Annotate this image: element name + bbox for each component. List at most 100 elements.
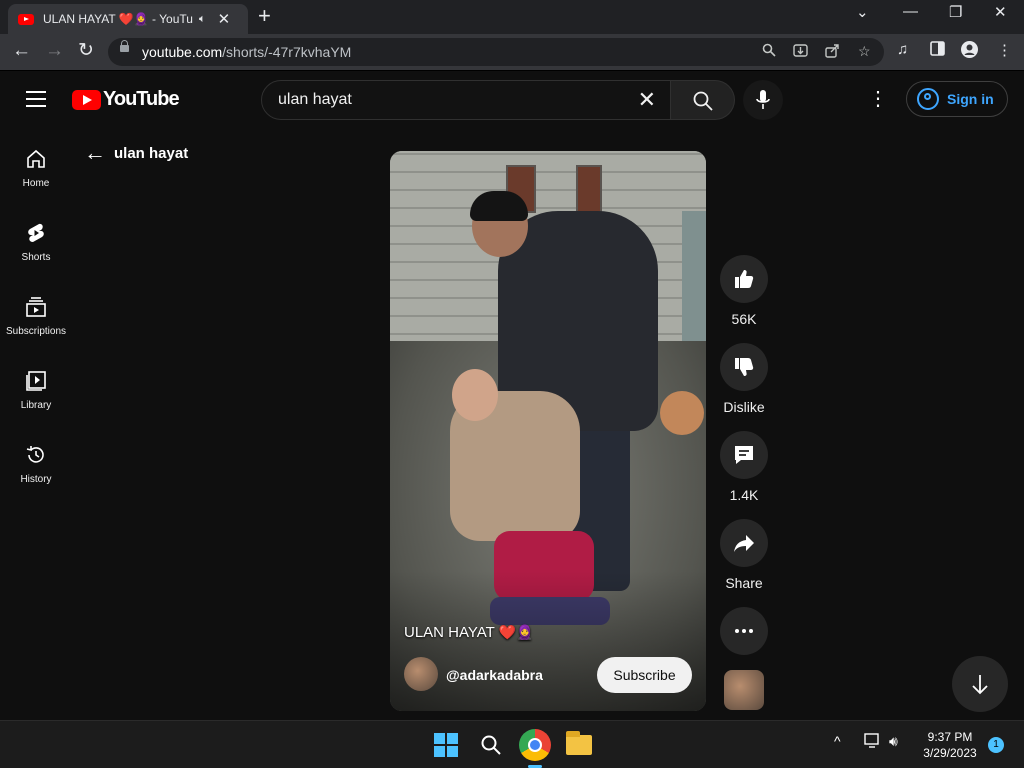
forward-arrow-icon[interactable]: → [45,40,64,62]
short-caption[interactable]: ULAN HAYAT ❤️🧕 [404,624,534,641]
start-menu-icon[interactable] [430,729,462,761]
more-action [720,607,768,655]
close-window-button[interactable]: ✕ [994,3,1007,21]
clear-search-icon[interactable]: ✕ [638,87,656,113]
youtube-header: YouTube ulan hayat ✕ ⋮ Sign in [0,72,1024,128]
history-icon [26,446,44,463]
more-horizontal-icon [735,629,753,633]
like-count: 56K [731,311,757,327]
back-arrow-icon[interactable]: ← [84,142,106,164]
caption-emoji: ❤️🧕 [498,624,534,640]
search-button[interactable] [671,80,735,120]
search-input[interactable]: ulan hayat ✕ [261,80,671,120]
sidebar-item-label: Library [20,400,52,411]
clock-date: 3/29/2023 [923,746,977,760]
sound-thumbnail[interactable] [724,670,764,710]
comment-icon [735,446,753,464]
windows-taskbar: ^ 🔊︎ 9:37 PM 3/29/2023 1 [0,720,1024,768]
like-action: 56K [720,255,768,327]
search-icon [693,91,713,111]
install-app-icon[interactable] [793,43,808,61]
more-options-button[interactable] [720,607,768,655]
speaker-icon[interactable]: 🔈︎ [199,13,206,26]
back-arrow-icon[interactable]: ← [12,40,31,62]
address-bar[interactable]: youtube.com/shorts/-47r7kvhaYM ☆ [108,38,884,66]
show-hidden-icons-icon[interactable]: ^ [834,733,841,749]
microphone-icon [756,90,770,109]
comments-action: 1.4K [720,431,768,503]
channel-avatar[interactable] [404,657,438,691]
sidebar-item-shorts[interactable]: Shorts [0,202,72,276]
chrome-icon[interactable] [519,729,551,761]
lock-icon[interactable] [120,40,129,52]
file-explorer-icon[interactable] [566,731,592,755]
profile-icon[interactable] [961,41,978,62]
account-icon [917,88,939,110]
short-video-player[interactable]: ULAN HAYAT ❤️🧕 @adarkadabra Subscribe [390,151,706,711]
network-icon[interactable] [864,733,881,751]
settings-more-icon[interactable]: ⋮ [868,88,888,110]
library-icon [26,371,46,391]
clock-time: 9:37 PM [927,730,973,744]
comments-count: 1.4K [729,487,759,503]
youtube-logo[interactable]: YouTube [72,88,180,111]
video-frame-man [470,191,528,221]
zoom-search-icon[interactable] [762,43,776,60]
browser-tab-strip: ULAN HAYAT ❤️🧕 - YouTube 🔈︎ ✕ + ⌄ — ❐ ✕ [0,0,1024,34]
arrow-down-icon [972,675,988,695]
search-icon[interactable] [475,729,507,761]
back-query-label: ulan hayat [114,144,189,162]
sidebar-item-library[interactable]: Library [0,350,72,424]
sign-in-label: Sign in [947,91,994,107]
new-tab-button[interactable]: + [258,5,271,27]
side-panel-icon[interactable] [930,41,945,60]
voice-search-button[interactable] [743,80,783,120]
tab-search-icon[interactable]: ⌄ [856,3,869,21]
subscriptions-icon [26,297,46,317]
home-icon [27,149,45,168]
sidebar-item-home[interactable]: Home [0,128,72,202]
video-frame-girl [452,369,498,421]
chrome-menu-icon[interactable]: ⋮ [997,41,1012,59]
taskbar-clock[interactable]: 9:37 PM 3/29/2023 [920,729,980,761]
like-button[interactable] [720,255,768,303]
sidebar-item-history[interactable]: History [0,424,72,498]
notification-badge[interactable]: 1 [988,737,1004,753]
youtube-favicon-icon [18,13,34,25]
video-frame-window [576,165,602,213]
next-short-button[interactable] [952,656,1008,712]
sidebar-item-label: Shorts [21,252,51,263]
url-text: youtube.com/shorts/-47r7kvhaYM [142,44,352,60]
share-action: Share [720,519,768,591]
dislike-action: Dislike [720,343,768,415]
search-query: ulan hayat [278,91,352,108]
menu-icon[interactable] [26,91,46,107]
share-arrow-icon [734,535,754,552]
dislike-button[interactable] [720,343,768,391]
thumbs-down-icon [735,358,754,376]
minimize-button[interactable]: — [903,3,918,20]
caption-text: ULAN HAYAT [404,624,495,641]
thumbs-up-icon [735,270,754,288]
comments-button[interactable] [720,431,768,479]
share-button[interactable] [720,519,768,567]
back-to-results[interactable]: ← ulan hayat [84,142,188,164]
sign-in-button[interactable]: Sign in [906,81,1008,117]
bookmark-star-icon[interactable]: ☆ [858,43,871,60]
tab-title: ULAN HAYAT ❤️🧕 - YouTube [43,12,193,26]
subscribe-button[interactable]: Subscribe [597,657,692,693]
volume-icon[interactable]: 🔊︎ [889,733,898,750]
youtube-play-icon [72,89,101,110]
close-tab-icon[interactable]: ✕ [218,10,231,28]
browser-tab[interactable]: ULAN HAYAT ❤️🧕 - YouTube 🔈︎ ✕ [8,4,248,34]
shorts-icon [28,223,44,242]
logo-text: YouTube [103,88,180,110]
channel-name[interactable]: @adarkadabra [446,667,543,683]
share-label: Share [725,575,763,591]
sidebar-item-subscriptions[interactable]: Subscriptions [0,276,72,350]
media-control-icon[interactable]: ♫ [897,41,908,58]
reload-icon[interactable]: ↻ [78,40,94,62]
restore-button[interactable]: ❐ [949,3,962,21]
share-page-icon[interactable] [825,43,840,61]
sidebar-item-label: Subscriptions [5,326,67,337]
